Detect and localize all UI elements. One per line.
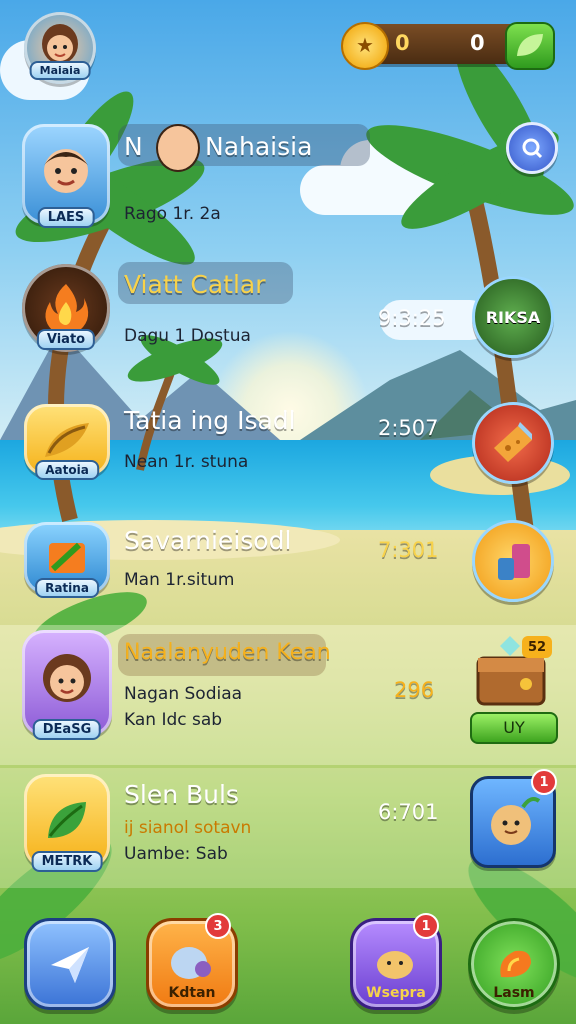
jar-icon bbox=[498, 544, 530, 580]
row5-badge: DEaSG bbox=[32, 719, 102, 740]
row3-detail: Nean 1r. stuna bbox=[124, 452, 249, 472]
nav-shop-badge: 3 bbox=[205, 913, 231, 939]
row4-name: Savarnieisodl bbox=[124, 526, 292, 555]
nav-send-button[interactable] bbox=[24, 918, 116, 1010]
row1-avatar[interactable]: LAES bbox=[22, 124, 110, 228]
row4-action-button[interactable] bbox=[472, 520, 554, 602]
row1-badge: LAES bbox=[37, 207, 95, 228]
row2-avatar[interactable]: Viato bbox=[22, 264, 110, 352]
pet-icon bbox=[377, 951, 413, 979]
row3-action-button[interactable] bbox=[472, 402, 554, 484]
row6-detail: ij sianol sotavn bbox=[124, 818, 252, 838]
leaf-icon bbox=[517, 34, 543, 56]
add-gems-button[interactable] bbox=[505, 22, 555, 70]
bag-icon bbox=[171, 947, 211, 979]
nav-shop-button[interactable]: Kdtan 3 bbox=[146, 913, 238, 1010]
row6-badge: METRK bbox=[31, 851, 103, 872]
row4-detail: Man 1r.situm bbox=[124, 570, 235, 590]
coin-icon: ★ bbox=[341, 22, 389, 70]
profile-avatar[interactable]: Maiaia bbox=[24, 12, 96, 84]
row1-detail: Rago 1r. 2a bbox=[124, 204, 221, 224]
nav-pets-badge: 1 bbox=[413, 913, 439, 939]
chest-label: UY bbox=[503, 718, 525, 737]
row3-badge: Aatoia bbox=[35, 460, 99, 480]
row5-detail: Nagan Sodiaa bbox=[124, 684, 243, 704]
search-button[interactable] bbox=[506, 122, 558, 174]
row2-name: Viatt Catlar bbox=[124, 270, 266, 299]
row1-prefix: N bbox=[124, 132, 143, 161]
row6-detail2: Uambe: Sab bbox=[124, 844, 228, 864]
row1-mini-avatar bbox=[156, 124, 200, 172]
treasure-chest-button[interactable]: 52 UY bbox=[470, 634, 558, 744]
rocket-icon bbox=[49, 542, 85, 573]
nav-pets-label: Wsepra bbox=[366, 985, 426, 1001]
cheese-icon bbox=[494, 422, 532, 462]
row3-avatar[interactable]: Aatoia bbox=[24, 404, 110, 480]
chest-label-button[interactable]: UY bbox=[470, 712, 558, 744]
row2-action-label: RIKSA bbox=[485, 307, 541, 327]
chest-counter: 52 bbox=[522, 636, 552, 658]
row5-detail2: Kan Idc sab bbox=[124, 710, 223, 730]
row6-avatar[interactable]: METRK bbox=[24, 774, 110, 872]
row5-time: 296 bbox=[394, 678, 435, 702]
row2-time: 9:3:25 bbox=[378, 306, 446, 330]
row6-name: Slen Buls bbox=[124, 780, 239, 809]
coin-count: 0 bbox=[395, 31, 410, 55]
row4-time: 7:301 bbox=[378, 538, 439, 562]
paper-plane-icon bbox=[51, 947, 89, 983]
row1-name: Nahaisia bbox=[205, 132, 313, 161]
row3-name: Tatia ing Isadl bbox=[124, 406, 296, 435]
nav-battle-button[interactable]: Lasm bbox=[468, 918, 560, 1010]
row2-action-button[interactable]: RIKSA bbox=[472, 276, 554, 358]
row4-badge: Ratina bbox=[35, 578, 99, 598]
row2-detail: Dagu 1 Dostua bbox=[124, 326, 251, 346]
row4-avatar[interactable]: Ratina bbox=[24, 522, 110, 598]
gem-count: 0 bbox=[470, 31, 485, 55]
row6-notification-badge: 1 bbox=[531, 769, 557, 795]
leaf-icon-2 bbox=[48, 802, 86, 838]
currency-bar: ★ 0 0 bbox=[341, 22, 555, 70]
boy-avatar-icon bbox=[44, 149, 88, 193]
search-icon bbox=[522, 138, 543, 159]
row5-avatar[interactable]: DEaSG bbox=[22, 630, 112, 740]
profile-label: Maiaia bbox=[29, 61, 91, 80]
nav-battle-label: Lasm bbox=[493, 985, 535, 1001]
flame-fist-icon bbox=[500, 950, 531, 978]
row6-time: 6:701 bbox=[378, 800, 439, 824]
row6-action-button[interactable]: 1 bbox=[470, 769, 557, 868]
nav-shop-label: Kdtan bbox=[168, 985, 216, 1001]
row2-badge: Viato bbox=[36, 329, 96, 350]
row3-time: 2:507 bbox=[378, 416, 439, 440]
row5-name: Naalanyuden Kean bbox=[124, 640, 331, 665]
sword-icon bbox=[45, 423, 89, 457]
girl-avatar-icon-2 bbox=[43, 654, 91, 702]
nav-pets-button[interactable]: Wsepra 1 bbox=[350, 913, 442, 1010]
